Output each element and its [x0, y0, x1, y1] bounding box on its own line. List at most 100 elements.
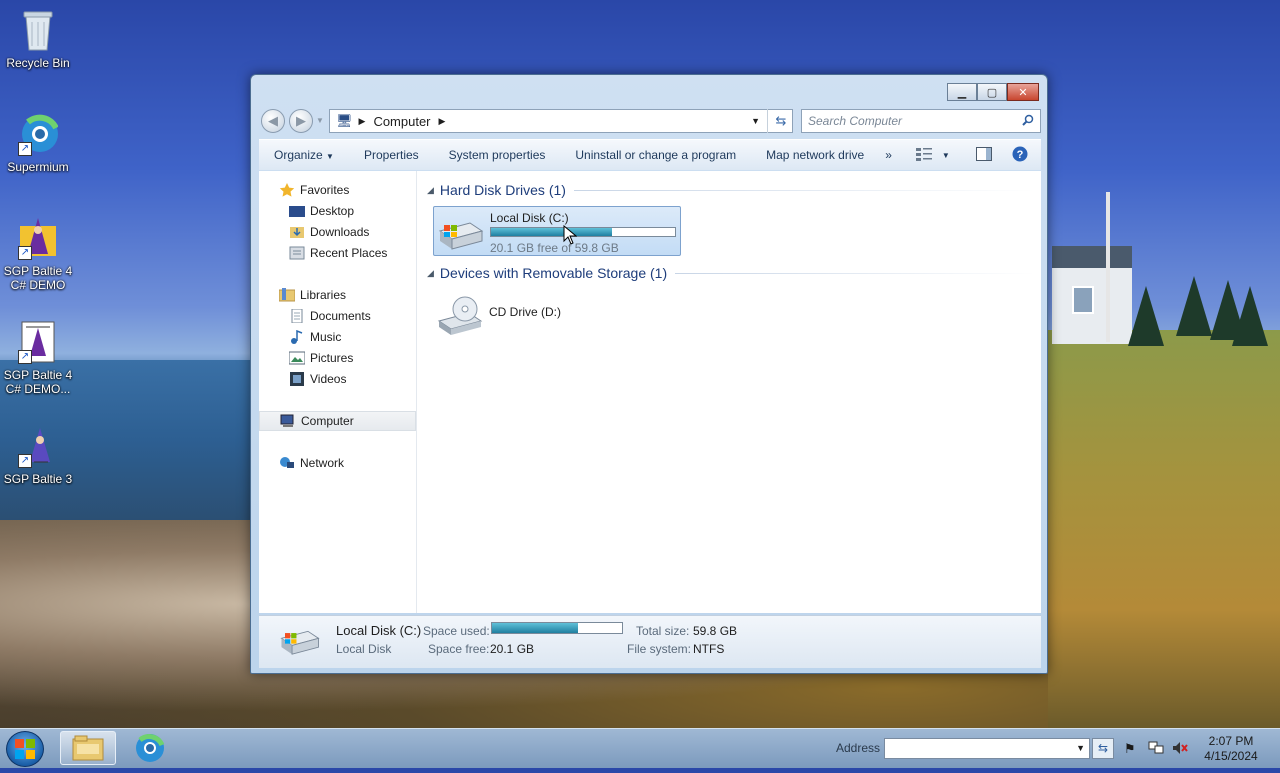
- change-view-icon[interactable]: [915, 147, 932, 164]
- drive-c-usage-bar: [490, 227, 676, 237]
- space-free-label: Space free:: [428, 642, 490, 656]
- desktop-icon-baltie4-demo-doc[interactable]: ↗ SGP Baltie 4 C# DEMO...: [0, 320, 76, 396]
- navigation-pane: Favorites Desktop Downloads Recent Place…: [259, 171, 417, 613]
- downloads-icon: [289, 225, 305, 239]
- drive-c-free-space: 20.1 GB free of 59.8 GB: [490, 241, 619, 255]
- volume-muted-icon[interactable]: [1172, 741, 1188, 758]
- drive-d-name: CD Drive (D:): [489, 305, 561, 319]
- recycle-bin-icon: [18, 8, 58, 52]
- navigation-bar: ◀ ▶ ▼ 🖥 ▶ Computer ▶ ▼ ⇆ Search Computer: [259, 109, 1041, 135]
- taskbar-supermium-button[interactable]: [122, 731, 178, 765]
- close-button[interactable]: ✕: [1007, 83, 1039, 101]
- preview-pane-icon[interactable]: [975, 146, 992, 164]
- drive-d-tile[interactable]: CD Drive (D:): [433, 289, 681, 339]
- folder-icon: [72, 735, 104, 761]
- details-pane: Local Disk (C:) Local Disk Space used: S…: [259, 615, 1041, 668]
- details-name: Local Disk (C:): [336, 623, 422, 638]
- file-list: ◢ Hard Disk Drives (1) Local Disk (C:) 2…: [417, 171, 1041, 613]
- svg-text:?: ?: [1016, 149, 1023, 161]
- network-icon: [279, 456, 295, 470]
- desktop-icon-baltie4-demo[interactable]: ↗ SGP Baltie 4 C# DEMO: [0, 216, 76, 292]
- file-system-value: NTFS: [693, 642, 725, 656]
- total-size-label: Total size:: [636, 624, 690, 638]
- search-input[interactable]: Search Computer: [801, 109, 1041, 133]
- nav-network[interactable]: Network: [259, 453, 436, 473]
- wizard-icon: ↗: [18, 424, 58, 468]
- drive-c-tile[interactable]: Local Disk (C:) 20.1 GB free of 59.8 GB: [433, 206, 681, 256]
- collapse-icon[interactable]: ◢: [427, 185, 434, 196]
- desktop-icon-recycle-bin[interactable]: Recycle Bin: [0, 8, 76, 70]
- recent-pages-dropdown[interactable]: ▼: [316, 116, 324, 125]
- star-icon: [279, 183, 295, 197]
- taskbar-go-button[interactable]: ⇆: [1092, 738, 1114, 759]
- properties-button[interactable]: Properties: [349, 148, 434, 162]
- organize-button[interactable]: Organize ▼: [259, 148, 349, 162]
- chevron-down-icon: ▼: [326, 152, 334, 161]
- nav-favorites[interactable]: Favorites: [259, 180, 436, 200]
- nav-computer[interactable]: Computer: [259, 411, 416, 431]
- hard-drive-icon: [436, 217, 484, 251]
- music-icon: [289, 329, 305, 344]
- view-dropdown-icon[interactable]: ▼: [942, 151, 950, 160]
- chevron-right-icon[interactable]: ▶: [359, 116, 366, 127]
- search-icon[interactable]: [1022, 114, 1034, 129]
- wizard-icon: ↗: [18, 216, 58, 260]
- desktop-icon-baltie3[interactable]: ↗ SGP Baltie 3: [0, 424, 76, 486]
- system-properties-button[interactable]: System properties: [434, 148, 561, 162]
- chevron-right-icon[interactable]: ▶: [439, 116, 446, 127]
- caption-buttons: ▁ ▢ ✕: [947, 83, 1039, 101]
- group-removable-storage[interactable]: ◢ Devices with Removable Storage (1): [427, 263, 1035, 283]
- taskbar-address-input[interactable]: ▼: [884, 738, 1090, 759]
- wallpaper-tree: [1128, 286, 1164, 346]
- maximize-button[interactable]: ▢: [977, 83, 1007, 101]
- refresh-button[interactable]: ⇆: [767, 109, 794, 133]
- breadcrumb-computer[interactable]: Computer: [373, 114, 430, 129]
- address-bar[interactable]: 🖥 ▶ Computer ▶ ▼: [329, 109, 793, 133]
- documents-icon: [289, 308, 305, 324]
- address-dropdown-icon[interactable]: ▼: [1076, 743, 1085, 753]
- nav-libraries[interactable]: Libraries: [259, 285, 436, 305]
- network-tray-icon[interactable]: [1148, 741, 1164, 758]
- space-free-value: 20.1 GB: [490, 642, 535, 656]
- supermium-icon: ↗: [18, 112, 59, 156]
- start-button[interactable]: [6, 731, 44, 767]
- computer-icon: [280, 414, 296, 428]
- forward-button[interactable]: ▶: [289, 109, 313, 133]
- wallpaper-house: [1052, 246, 1132, 344]
- address-toolbar-label: Address: [836, 741, 881, 755]
- libraries-icon: [278, 288, 296, 302]
- videos-icon: [289, 372, 305, 386]
- explorer-window[interactable]: ▁ ▢ ✕ ◀ ▶ ▼ 🖥 ▶ Computer ▶ ▼ ⇆ Search Co…: [250, 74, 1048, 674]
- desktop-icon-supermium[interactable]: ↗ Supermium: [0, 112, 76, 174]
- mouse-cursor-icon: [563, 225, 577, 245]
- clock-time: 2:07 PM: [1208, 734, 1254, 748]
- system-clock[interactable]: 2:07 PM 4/15/2024: [1196, 734, 1266, 764]
- cd-drive-icon: [435, 295, 483, 335]
- action-center-flag-icon[interactable]: ⚑: [1124, 741, 1136, 757]
- wallpaper-tree: [1176, 276, 1212, 336]
- minimize-button[interactable]: ▁: [947, 83, 977, 101]
- desktop-icon: [289, 204, 305, 218]
- taskbar-explorer-button[interactable]: [60, 731, 116, 765]
- help-icon[interactable]: ?: [1012, 146, 1028, 165]
- windows-logo-icon: [15, 739, 35, 759]
- space-used-label: Space used:: [423, 624, 490, 638]
- document-wizard-icon: ↗: [18, 320, 58, 364]
- drive-c-name: Local Disk (C:): [490, 211, 569, 225]
- hard-drive-icon: [277, 626, 323, 660]
- wallpaper-field: [1048, 330, 1280, 730]
- back-button[interactable]: ◀: [261, 109, 285, 133]
- file-system-label: File system:: [627, 642, 692, 656]
- address-dropdown-icon[interactable]: ▼: [751, 116, 760, 126]
- space-used-bar: [491, 622, 623, 634]
- wallpaper-tree: [1232, 286, 1268, 346]
- total-size-value: 59.8 GB: [693, 624, 738, 638]
- details-type: Local Disk: [336, 642, 392, 656]
- collapse-icon[interactable]: ◢: [427, 268, 434, 279]
- uninstall-program-button[interactable]: Uninstall or change a program: [560, 148, 751, 162]
- map-network-drive-button[interactable]: Map network drive: [751, 148, 879, 162]
- group-hard-disk-drives[interactable]: ◢ Hard Disk Drives (1): [427, 180, 1035, 200]
- command-bar: Organize ▼ Properties System properties …: [259, 139, 1041, 170]
- more-commands-button[interactable]: »: [879, 148, 898, 162]
- pictures-icon: [288, 351, 306, 365]
